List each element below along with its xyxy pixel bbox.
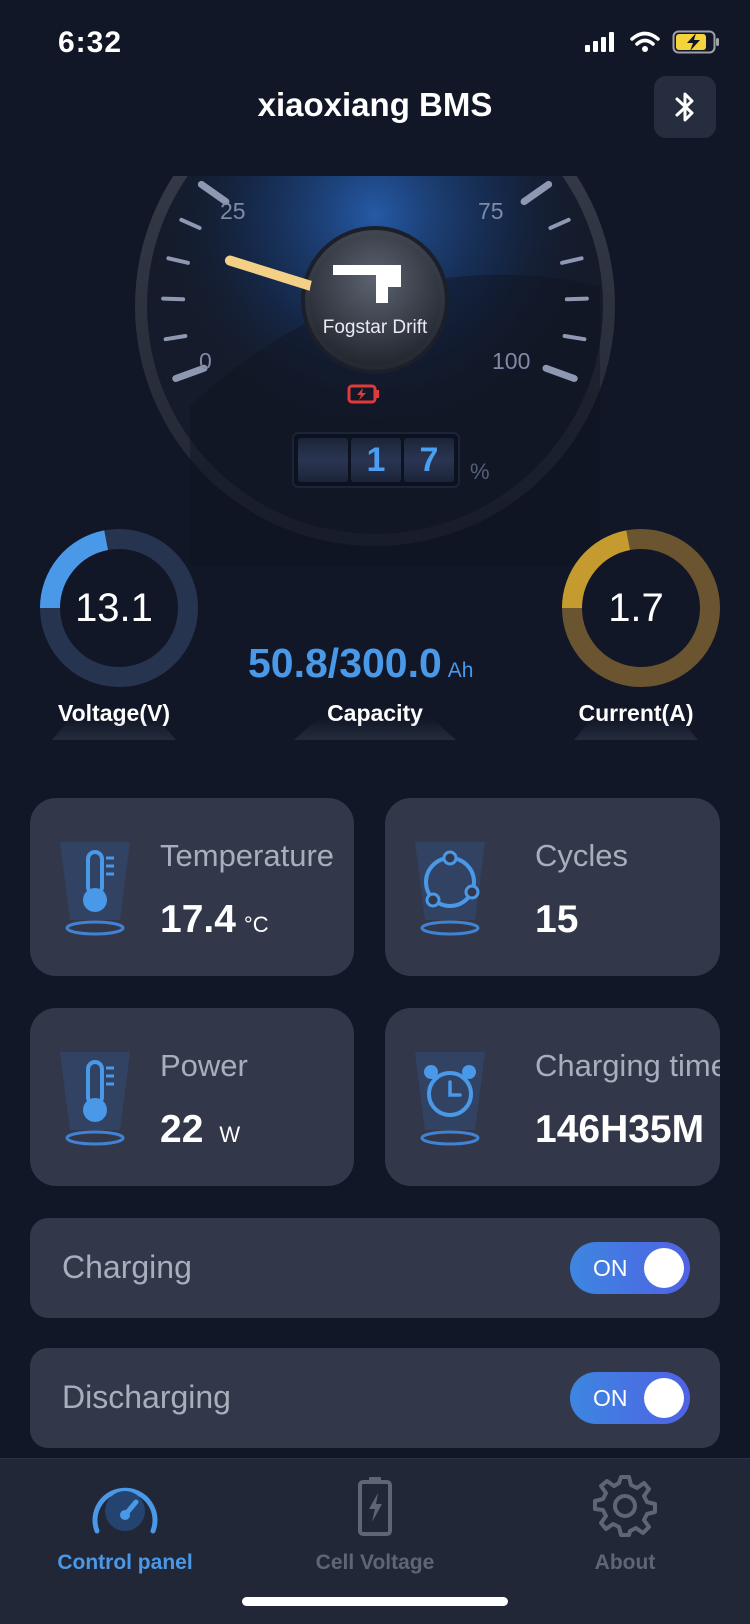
charging-time-title: Charging time xyxy=(535,1048,720,1083)
thermometer-icon xyxy=(50,840,140,945)
bluetooth-button[interactable] xyxy=(654,76,716,138)
charging-time-card: Charging time 146H35M xyxy=(385,1008,720,1186)
current-pedestal xyxy=(574,718,698,740)
power-card: Power 22 W xyxy=(30,1008,354,1186)
charging-time-value: 146H35M xyxy=(535,1108,705,1151)
charging-toggle-state: ON xyxy=(593,1255,628,1281)
temperature-title: Temperature xyxy=(160,838,335,873)
cycles-title: Cycles xyxy=(535,838,629,873)
voltage-pedestal xyxy=(52,718,176,740)
battery-icon xyxy=(358,1477,392,1536)
page-title: xiaoxiang BMS xyxy=(257,86,493,123)
temperature-number: 17.4 xyxy=(160,898,236,941)
capacity-value: 50.8/300.0 Ah xyxy=(248,640,473,687)
gauge-label-0: 0 xyxy=(199,348,212,374)
toggle-knob xyxy=(644,1248,684,1288)
voltage-value: 13.1 xyxy=(75,586,153,630)
alarm-clock-icon xyxy=(405,1050,495,1155)
gauge-label-25: 25 xyxy=(220,198,246,224)
discharging-toggle-state: ON xyxy=(593,1385,628,1411)
gauge-tick xyxy=(564,296,589,302)
cycle-icon xyxy=(405,840,495,945)
status-bar: 6:32 xyxy=(0,0,750,90)
tab-cell-voltage-label: Cell Voltage xyxy=(315,1551,435,1574)
power-value: 22 W xyxy=(160,1108,240,1152)
charging-toggle[interactable]: ON xyxy=(570,1242,690,1294)
gauge-label-75: 75 xyxy=(478,198,504,224)
tab-about-label: About xyxy=(594,1551,656,1574)
odometer-digit: 7 xyxy=(404,438,454,482)
power-title: Power xyxy=(160,1048,248,1083)
speedometer-icon xyxy=(92,1487,158,1534)
discharging-label: Discharging xyxy=(62,1379,231,1415)
soc-gauge: 25 75 0 100 Fogstar Drift 1 7 % xyxy=(130,176,620,566)
odometer-digit xyxy=(298,438,348,482)
toggle-knob xyxy=(644,1378,684,1418)
temperature-value: 17.4 °C xyxy=(160,898,269,942)
bluetooth-icon xyxy=(675,92,694,122)
temperature-unit: °C xyxy=(243,912,269,937)
signal-icon xyxy=(585,32,614,52)
discharging-toggle[interactable]: ON xyxy=(570,1372,690,1424)
capacity-unit: Ah xyxy=(447,659,474,682)
soc-odometer: 1 7 xyxy=(292,432,460,488)
capacity-pedestal xyxy=(294,718,456,740)
status-time: 6:32 xyxy=(58,26,123,59)
gauge-tick xyxy=(161,296,186,302)
power-unit: W xyxy=(219,1122,241,1147)
gear-icon xyxy=(593,1475,657,1537)
gauge-label-100: 100 xyxy=(492,348,531,374)
wifi-icon xyxy=(630,31,660,52)
thermometer-icon xyxy=(50,1050,140,1155)
power-number: 22 xyxy=(160,1108,204,1151)
soc-unit: % xyxy=(470,459,490,484)
brand-name: Fogstar Drift xyxy=(322,317,428,338)
discharging-row: Discharging ON xyxy=(30,1348,720,1448)
odometer-digit: 1 xyxy=(351,438,401,482)
cycles-card: Cycles 15 xyxy=(385,798,720,976)
capacity-amount: 50.8/300.0 xyxy=(248,640,442,686)
tab-control-panel-label: Control panel xyxy=(57,1551,193,1574)
charging-label: Charging xyxy=(62,1249,192,1285)
temperature-card: Temperature 17.4 °C xyxy=(30,798,354,976)
current-value: 1.7 xyxy=(608,586,664,630)
battery-charging-icon xyxy=(672,30,719,54)
status-icons xyxy=(584,30,722,54)
charging-row: Charging ON xyxy=(30,1218,720,1318)
voltage-ring: 13.1 xyxy=(34,528,204,688)
current-ring: 1.7 xyxy=(556,528,726,688)
cycles-value: 15 xyxy=(535,898,579,941)
home-indicator xyxy=(242,1597,508,1606)
